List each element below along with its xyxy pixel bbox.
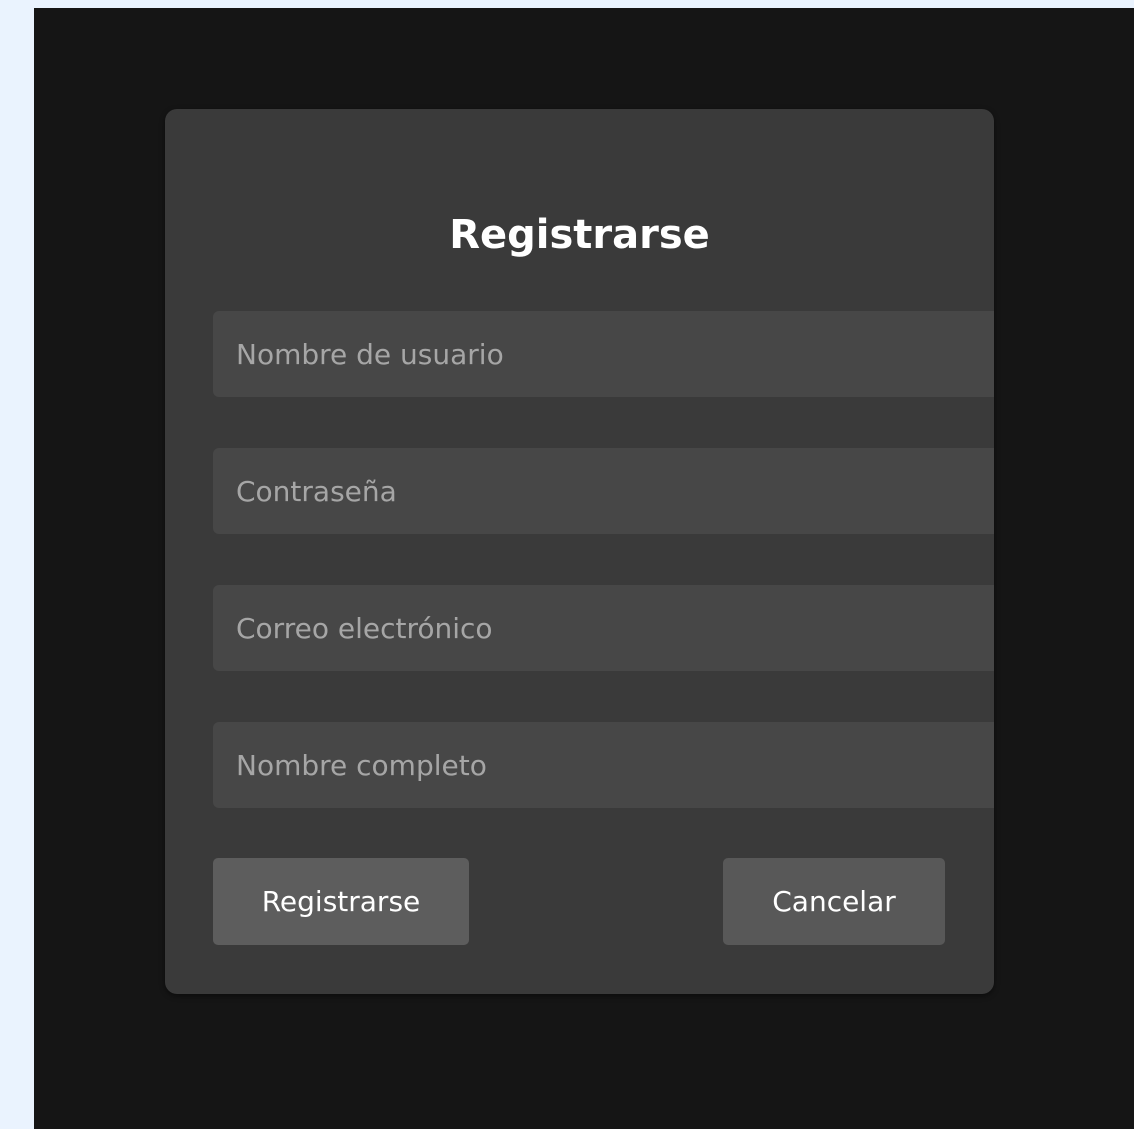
app-window: Registrarse Registrarse Cancelar — [34, 8, 1134, 1129]
password-input[interactable] — [213, 448, 994, 534]
cancel-button[interactable]: Cancelar — [723, 858, 945, 945]
full-name-input[interactable] — [213, 722, 994, 808]
form-title: Registrarse — [449, 212, 710, 258]
register-button[interactable]: Registrarse — [213, 858, 469, 945]
username-input[interactable] — [213, 311, 994, 397]
registration-card: Registrarse Registrarse Cancelar — [165, 109, 994, 994]
email-input[interactable] — [213, 585, 994, 671]
